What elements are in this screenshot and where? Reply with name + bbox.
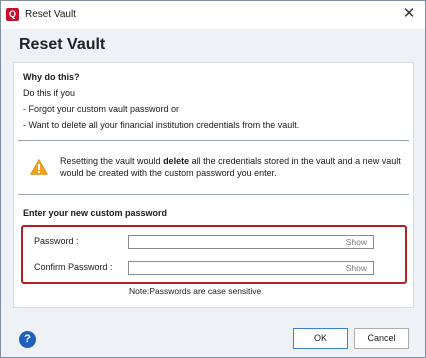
help-icon[interactable]: ? — [19, 331, 36, 348]
enter-password-title: Enter your new custom password — [23, 208, 168, 218]
password-input[interactable]: Show — [128, 235, 374, 249]
show-confirm-password-button[interactable]: Show — [346, 263, 367, 273]
show-password-button[interactable]: Show — [346, 237, 367, 247]
why-line: Do this if you — [23, 88, 76, 98]
why-line: - Want to delete all your financial inst… — [23, 120, 300, 130]
divider — [18, 194, 409, 195]
quicken-logo-icon: Q — [6, 8, 19, 21]
why-title: Why do this? — [23, 72, 80, 82]
reset-vault-dialog: Q Reset Vault ✕ Reset Vault Why do this?… — [0, 0, 426, 358]
content-panel: Why do this? Do this if you - Forgot you… — [13, 62, 414, 308]
divider — [18, 140, 409, 141]
password-label: Password : — [34, 236, 79, 246]
close-icon[interactable]: ✕ — [401, 5, 417, 23]
password-highlight-box — [21, 225, 407, 284]
warning-text: Resetting the vault would delete all the… — [60, 156, 401, 178]
confirm-password-label: Confirm Password : — [34, 262, 113, 272]
why-line: - Forgot your custom vault password or — [23, 104, 180, 114]
title-bar: Q Reset Vault ✕ — [1, 1, 425, 29]
window-title: Reset Vault — [25, 9, 76, 20]
cancel-button[interactable]: Cancel — [354, 328, 409, 349]
page-title: Reset Vault — [19, 36, 106, 53]
warning-icon — [30, 159, 48, 175]
confirm-password-input[interactable]: Show — [128, 261, 374, 275]
case-sensitive-note: Note:Passwords are case sensitive — [129, 286, 262, 296]
ok-button[interactable]: OK — [293, 328, 348, 349]
